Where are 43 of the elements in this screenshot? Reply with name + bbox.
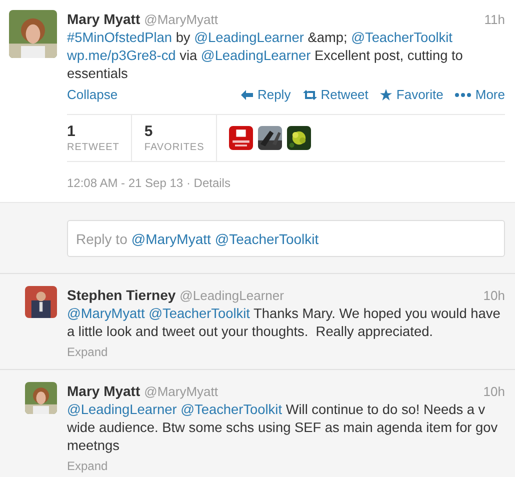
reply-icon bbox=[241, 90, 254, 100]
reply-placeholder: Reply to bbox=[76, 230, 128, 246]
mention-link[interactable]: @TeacherToolkit bbox=[214, 230, 319, 246]
tweet-text: @MaryMyatt @TeacherToolkit Thanks Mary. We hoped you would have a little look and tweet out your thoughts. Really appreciated. bbox=[67, 305, 502, 341]
timestamp[interactable]: 12:08 AM - 21 Sep 13 bbox=[67, 176, 184, 190]
tweet-link[interactable]: @MaryMyatt bbox=[67, 306, 145, 321]
reply-action[interactable]: Reply bbox=[241, 87, 291, 102]
retweet-icon bbox=[302, 90, 317, 100]
tweet-text: #5MinOfstedPlan by @LeadingLearner &amp; @TeacherToolkit wp.me/p3Gre8-cd via @LeadingLearner Excellent post, cutting to essentials bbox=[67, 29, 464, 83]
expand-link[interactable]: Expand bbox=[67, 459, 108, 473]
favorite-action[interactable]: Favorite bbox=[380, 87, 444, 102]
author-handle[interactable]: @LeadingLearner bbox=[180, 287, 284, 305]
tweet-time: 10h bbox=[483, 287, 505, 305]
tweet-link[interactable]: @TeacherToolkit bbox=[351, 30, 452, 45]
tweet-time: 11h bbox=[484, 11, 505, 29]
stat-count: 5 bbox=[144, 123, 154, 140]
tweet-link[interactable]: @TeacherToolkit bbox=[180, 402, 282, 417]
author-name[interactable]: Mary Myatt bbox=[67, 10, 140, 28]
tweet-link[interactable]: @TeacherToolkit bbox=[148, 306, 250, 321]
stat-count: 1 bbox=[67, 123, 76, 140]
star-icon bbox=[380, 88, 392, 100]
tweet-link[interactable]: @LeadingLearner bbox=[194, 30, 304, 45]
tweet-link[interactable]: @LeadingLearner bbox=[67, 402, 177, 417]
reply-field[interactable]: Reply to @MaryMyatt @TeacherToolkit bbox=[67, 220, 505, 257]
more-action[interactable]: More bbox=[455, 87, 505, 102]
stat-label: RETWEET bbox=[67, 142, 120, 153]
mention-link[interactable]: @MaryMyatt bbox=[131, 230, 211, 246]
tweet-link[interactable]: wp.me/p3Gre8-cd bbox=[67, 48, 176, 63]
retweet-action[interactable]: Retweet bbox=[302, 87, 368, 102]
tweet-link[interactable]: @LeadingLearner bbox=[200, 48, 311, 63]
stat-label: FAVORITES bbox=[144, 142, 204, 153]
expand-link[interactable]: Expand bbox=[67, 345, 108, 359]
author-handle[interactable]: @MaryMyatt bbox=[144, 383, 218, 401]
tweet-time: 10h bbox=[483, 383, 505, 401]
collapse-link[interactable]: Collapse bbox=[67, 87, 118, 102]
author-handle[interactable]: @MaryMyatt bbox=[144, 11, 218, 29]
details-link[interactable]: Details bbox=[194, 176, 230, 190]
more-icon bbox=[455, 92, 472, 96]
author-name[interactable]: Stephen Tierney bbox=[67, 286, 176, 304]
tweet-link[interactable]: #5MinOfstedPlan bbox=[67, 30, 172, 45]
tweet-text: @LeadingLearner @TeacherToolkit Will continue to do so! Needs a v wide audience. Btw some schs using SEF as main agenda item for gov meetngs bbox=[67, 401, 499, 455]
author-name[interactable]: Mary Myatt bbox=[67, 382, 140, 400]
separator-dot: · bbox=[186, 176, 190, 190]
